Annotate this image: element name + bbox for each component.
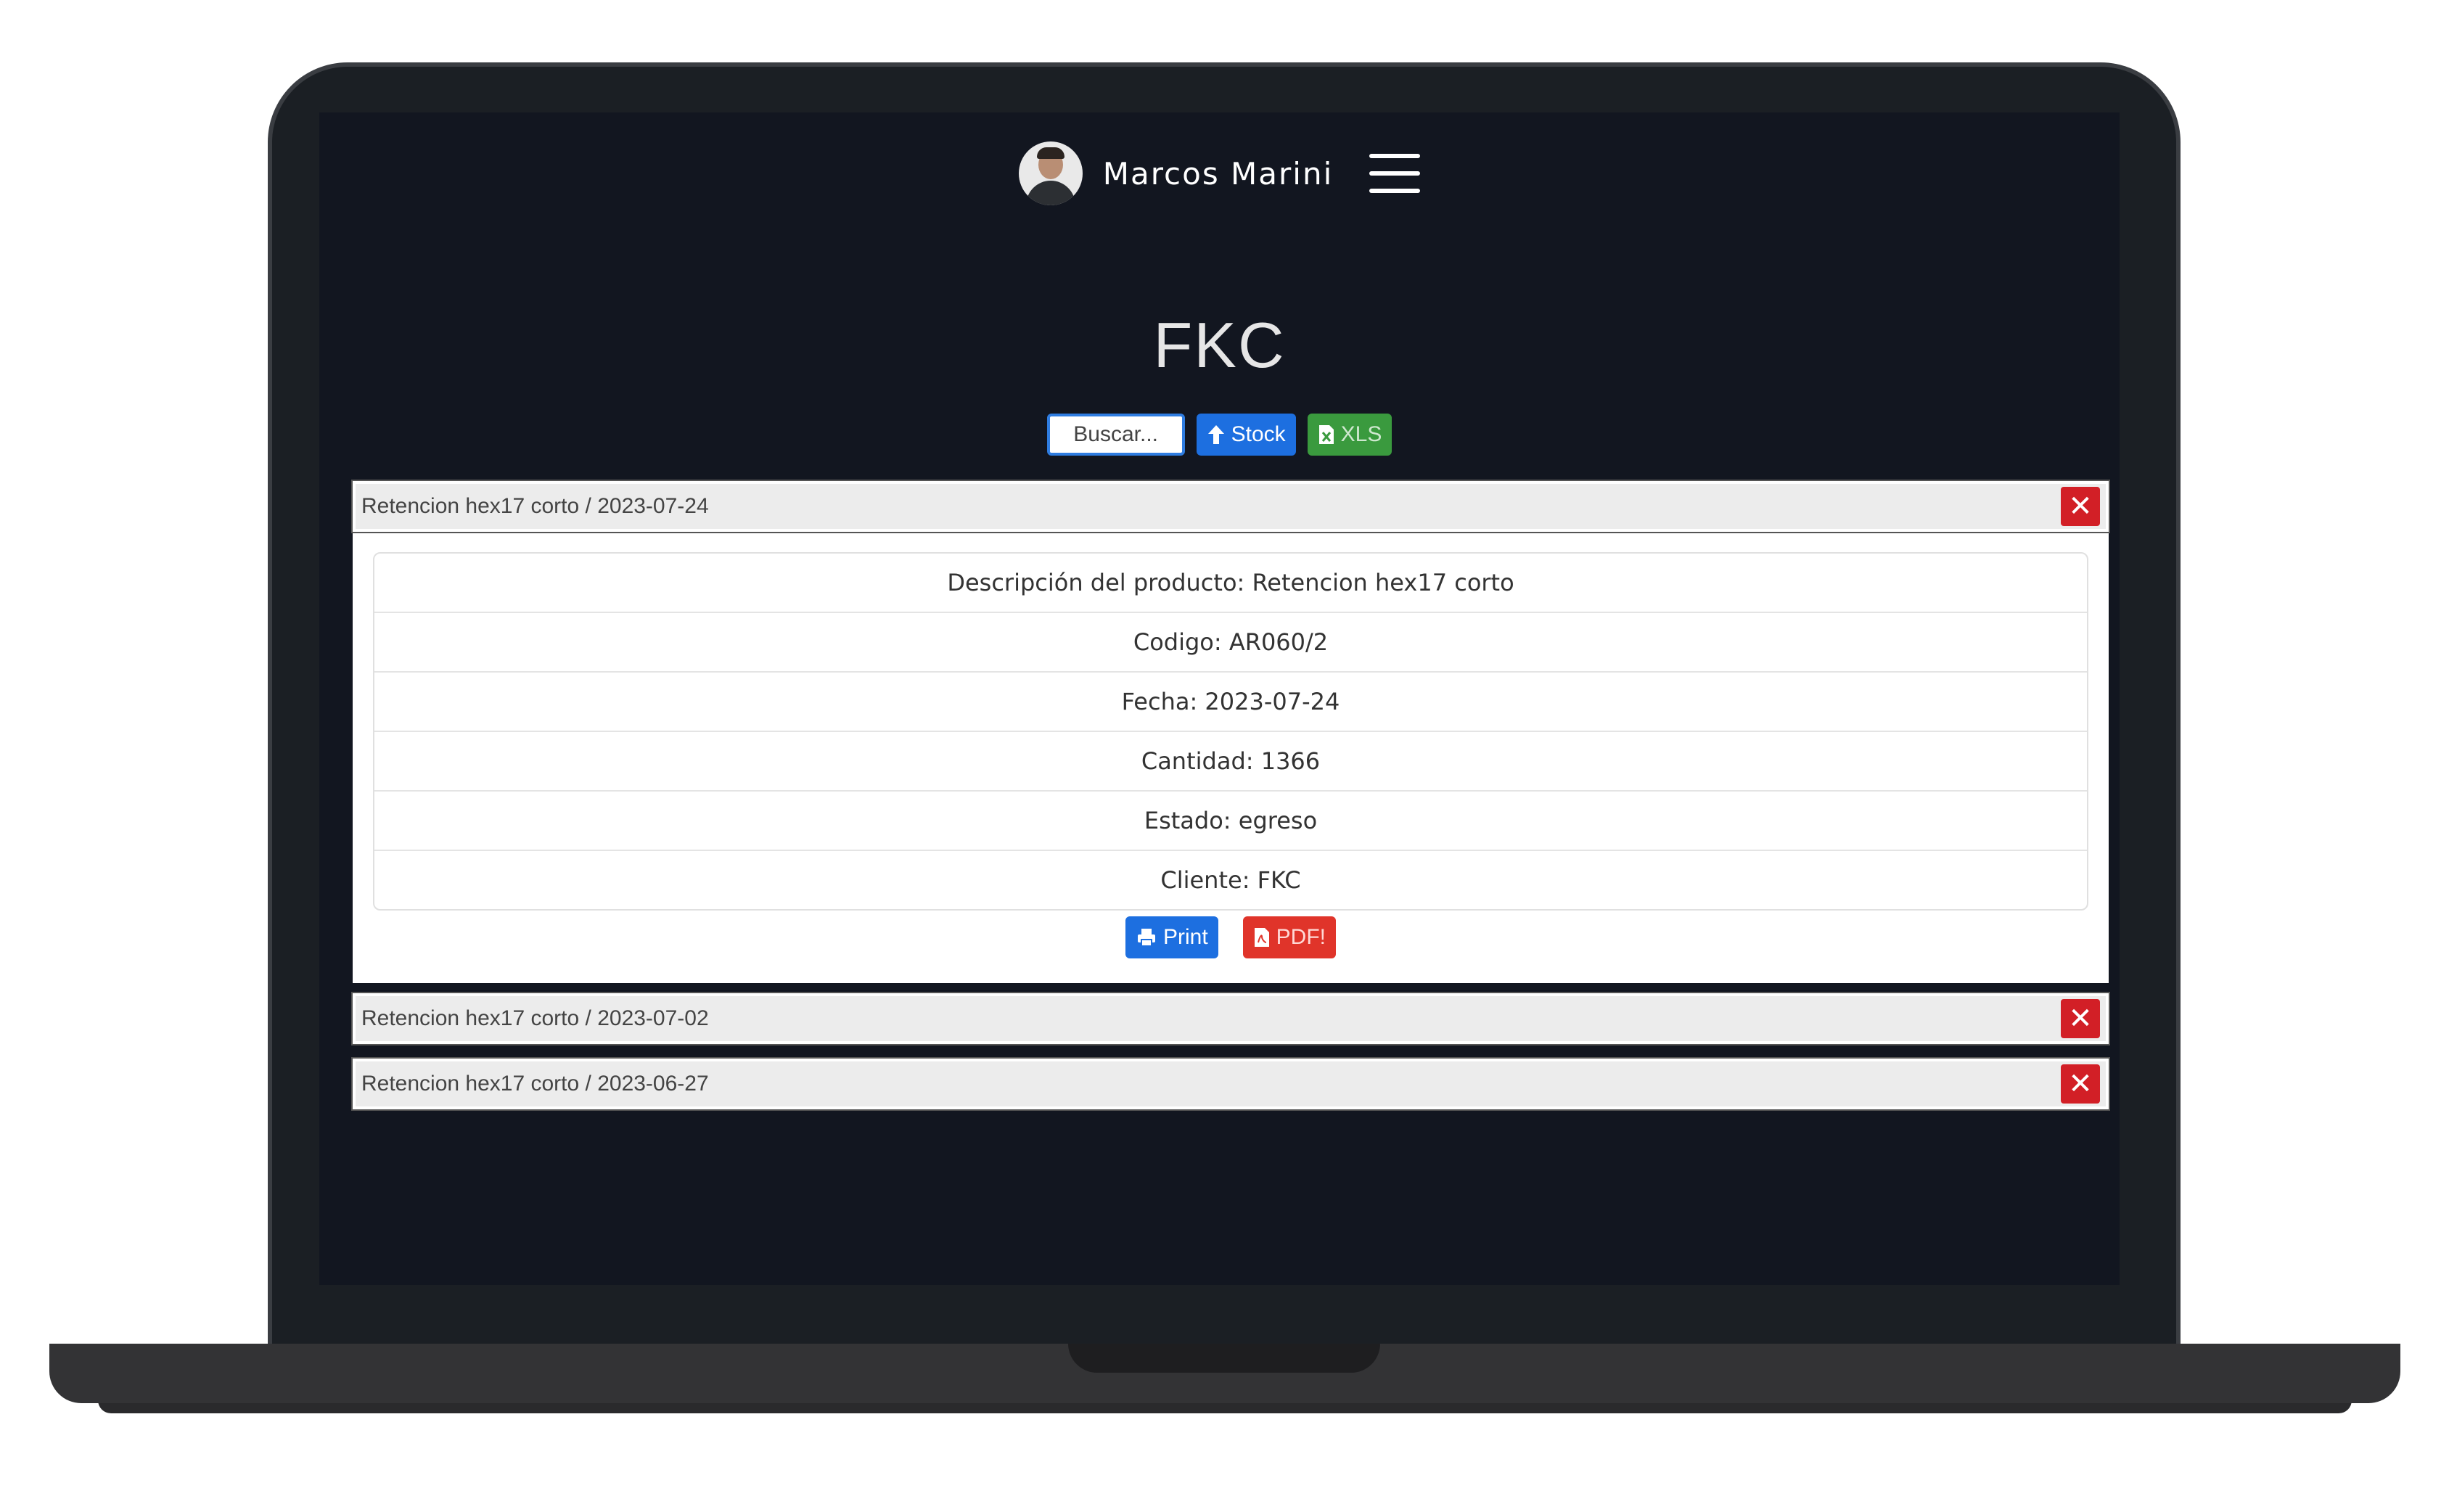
record-header[interactable]: Retencion hex17 corto / 2023-07-02 ✕ — [351, 992, 2110, 1045]
close-icon: ✕ — [2068, 490, 2093, 523]
delete-record-button[interactable]: ✕ — [2061, 487, 2100, 526]
search-input[interactable] — [1046, 414, 1185, 456]
pdf-file-icon — [1254, 928, 1269, 947]
detail-list: Descripción del producto: Retencion hex1… — [373, 552, 2088, 911]
record-item: Retencion hex17 corto / 2023-07-02 ✕ — [351, 992, 2110, 1045]
user-name: Marcos Marini — [1102, 155, 1334, 192]
avatar[interactable] — [1018, 141, 1083, 205]
arrow-up-icon — [1207, 425, 1224, 444]
records-list: Retencion hex17 corto / 2023-07-24 ✕ Des… — [351, 480, 2110, 1111]
toolbar: Stock XLS — [319, 414, 2120, 456]
detail-estado: Estado: egreso — [374, 790, 2087, 850]
record-header[interactable]: Retencion hex17 corto / 2023-06-27 ✕ — [351, 1057, 2110, 1111]
record-header[interactable]: Retencion hex17 corto / 2023-07-24 ✕ — [351, 480, 2110, 533]
page-title: FKC — [1153, 309, 1286, 381]
stock-button[interactable]: Stock — [1196, 414, 1296, 456]
profile-header: Marcos Marini — [319, 141, 2120, 205]
detail-fecha: Fecha: 2023-07-24 — [374, 671, 2087, 731]
close-icon: ✕ — [2068, 1067, 2093, 1101]
record-header-label: Retencion hex17 corto / 2023-06-27 — [361, 1072, 709, 1096]
record-details: Descripción del producto: Retencion hex1… — [353, 532, 2109, 983]
app-screen: Marcos Marini FKC Stock XLS Retencion he… — [319, 112, 2120, 1285]
delete-record-button[interactable]: ✕ — [2061, 1064, 2100, 1104]
print-button-label: Print — [1162, 925, 1208, 949]
print-button[interactable]: Print — [1125, 916, 1218, 958]
close-icon: ✕ — [2068, 1002, 2093, 1035]
record-item: Retencion hex17 corto / 2023-06-27 ✕ — [351, 1057, 2110, 1111]
excel-file-icon — [1318, 425, 1334, 444]
pdf-button-label: PDF! — [1276, 925, 1326, 949]
printer-icon — [1137, 929, 1155, 947]
record-header-label: Retencion hex17 corto / 2023-07-02 — [361, 1006, 709, 1030]
detail-codigo: Codigo: AR060/2 — [374, 612, 2087, 671]
stock-button-label: Stock — [1231, 422, 1286, 446]
record-actions: Print PDF! — [373, 916, 2088, 958]
detail-cliente: Cliente: FKC — [374, 850, 2087, 909]
detail-descripcion: Descripción del producto: Retencion hex1… — [947, 569, 1514, 596]
xls-button[interactable]: XLS — [1307, 414, 1392, 456]
delete-record-button[interactable]: ✕ — [2061, 999, 2100, 1038]
detail-cantidad: Cantidad: 1366 — [374, 731, 2087, 790]
record-item: Retencion hex17 corto / 2023-07-24 ✕ Des… — [351, 480, 2110, 983]
xls-button-label: XLS — [1340, 422, 1382, 446]
hamburger-menu-icon[interactable] — [1369, 154, 1421, 193]
laptop-notch — [1068, 1344, 1380, 1373]
record-header-label: Retencion hex17 corto / 2023-07-24 — [361, 494, 709, 518]
pdf-button[interactable]: PDF! — [1242, 916, 1337, 958]
